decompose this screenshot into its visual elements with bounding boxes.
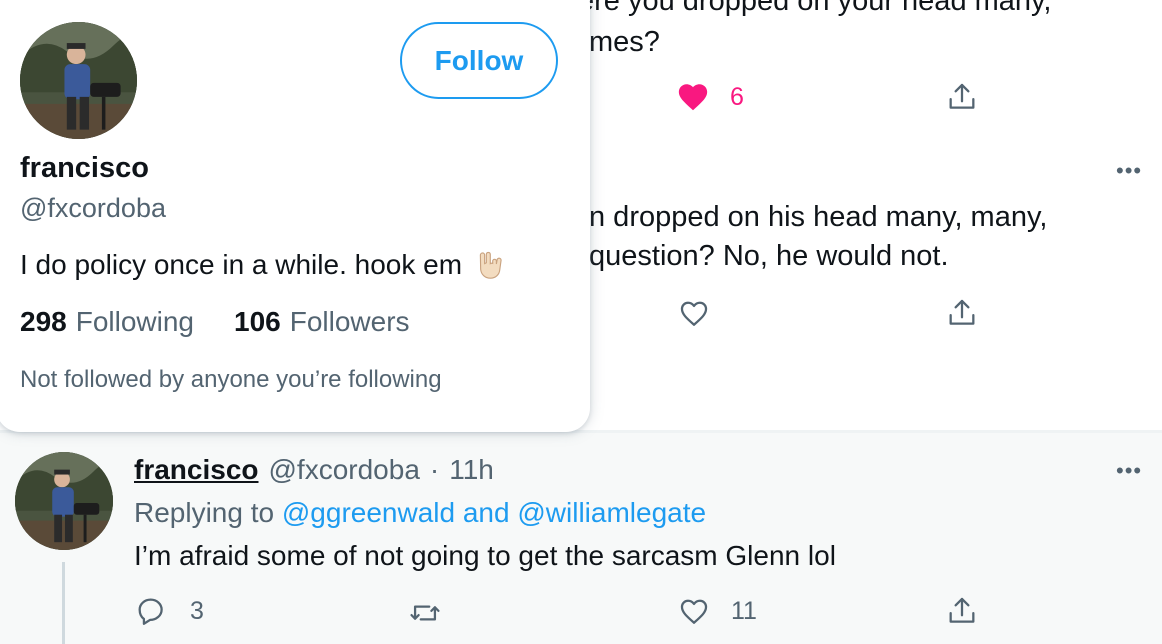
heart-icon[interactable] xyxy=(677,296,711,330)
rock-hand-emoji xyxy=(479,251,502,279)
tweet-text-line: question? No, he would not. xyxy=(589,240,949,272)
reply-count: 3 xyxy=(190,596,204,625)
tweet-time[interactable]: 11h xyxy=(449,454,494,486)
avatar-image xyxy=(15,452,113,550)
avatar[interactable] xyxy=(20,22,137,139)
followers-count: 106 xyxy=(234,306,281,337)
following-stat[interactable]: 298 Following xyxy=(20,306,194,338)
heart-icon xyxy=(678,84,708,111)
tweet-header: francisco @fxcordoba · 11h xyxy=(134,454,494,486)
author-name[interactable]: francisco xyxy=(134,454,259,486)
like-count: 6 xyxy=(730,82,744,111)
thread-line xyxy=(62,562,65,644)
reply-user-link[interactable]: @williamlegate xyxy=(517,497,706,528)
profile-name[interactable]: francisco xyxy=(20,152,149,185)
reply-and: and xyxy=(462,497,510,528)
following-label: Following xyxy=(75,306,194,337)
replying-prefix: Replying to xyxy=(134,497,275,528)
like-button[interactable]: 11 xyxy=(677,594,757,628)
like-count: 11 xyxy=(731,596,757,625)
tweet-text-line: ere you dropped on your head many, xyxy=(578,0,1052,17)
followers-stat[interactable]: 106 Followers xyxy=(234,306,410,338)
profile-bio: I do policy once in a while. hook em xyxy=(20,248,508,282)
share-icon[interactable] xyxy=(945,594,979,628)
avatar-image xyxy=(20,22,137,139)
profile-handle[interactable]: @fxcordoba xyxy=(20,193,166,224)
avatar[interactable] xyxy=(15,452,113,550)
heart-icon xyxy=(680,599,708,624)
meta-separator: · xyxy=(429,454,440,485)
share-icon[interactable] xyxy=(945,296,979,330)
profile-stats: 298 Following 106 Followers xyxy=(20,306,410,338)
retweet-icon[interactable] xyxy=(408,596,442,630)
mutual-followers-note: Not followed by anyone you’re following xyxy=(20,366,442,393)
author-handle[interactable]: @fxcordoba xyxy=(269,454,420,486)
tweet-text: I’m afraid some of not going to get the … xyxy=(134,540,836,571)
tweet-text-line: mes? xyxy=(589,26,660,58)
more-icon[interactable]: ••• xyxy=(1116,158,1142,184)
tweet-text-line: n dropped on his head many, many, xyxy=(589,201,1048,233)
follow-button[interactable]: Follow xyxy=(400,22,558,99)
like-button[interactable]: 6 xyxy=(676,80,744,114)
followers-label: Followers xyxy=(289,306,410,337)
more-icon[interactable]: ••• xyxy=(1116,458,1142,484)
share-icon[interactable] xyxy=(945,80,979,114)
reply-button[interactable]: 3 xyxy=(134,594,204,628)
bio-text: I do policy once in a while. hook em xyxy=(20,249,463,280)
reply-user-link[interactable]: @ggreenwald xyxy=(282,497,455,528)
following-count: 298 xyxy=(20,306,67,337)
reply-icon xyxy=(138,598,163,625)
replying-to: Replying to @ggreenwald and @williamlega… xyxy=(134,497,706,529)
